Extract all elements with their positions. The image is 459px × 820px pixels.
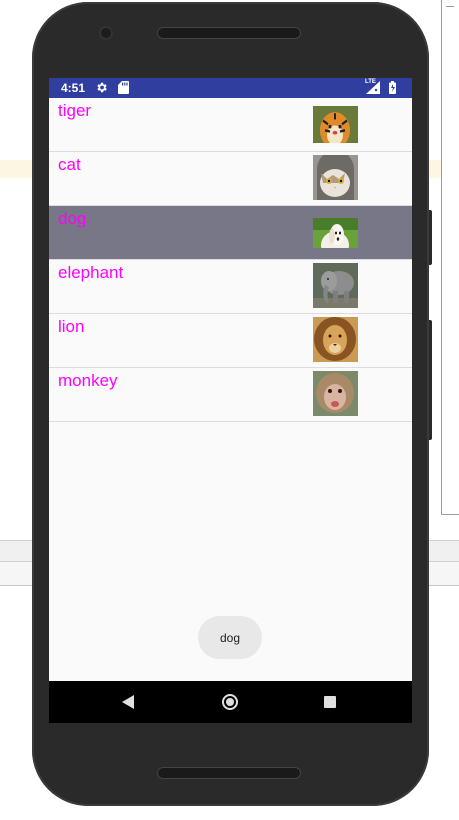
ide-side-panel: [441, 0, 459, 515]
navigation-bar: [49, 681, 412, 723]
device-screen: 4:51 LTE tiger cat dog elephant lion mon…: [49, 78, 412, 723]
signal-icon: [366, 81, 380, 94]
list-item[interactable]: dog: [49, 206, 412, 260]
list-item[interactable]: tiger: [49, 98, 412, 152]
list-item-label: tiger: [58, 101, 92, 120]
front-camera: [101, 28, 111, 38]
monkey-photo: [313, 371, 358, 416]
status-bar: 4:51 LTE: [49, 78, 412, 98]
list-item[interactable]: elephant: [49, 260, 412, 314]
back-icon[interactable]: [122, 695, 134, 709]
top-speaker-grille: [157, 27, 301, 39]
animal-list: tiger cat dog elephant lion monkey: [49, 98, 412, 422]
cat-photo: [313, 155, 358, 200]
elephant-photo: [313, 263, 358, 308]
sd-card-icon: [118, 81, 129, 94]
bottom-speaker-grille: [157, 767, 301, 779]
status-time: 4:51: [61, 81, 86, 95]
list-item[interactable]: lion: [49, 314, 412, 368]
gear-icon: [97, 82, 107, 93]
toast-message: dog: [198, 616, 262, 659]
list-item-label: dog: [58, 209, 87, 228]
lion-photo: [313, 317, 358, 362]
recents-icon[interactable]: [324, 696, 336, 708]
dog-photo: [313, 218, 358, 248]
list-item-label: lion: [58, 317, 85, 336]
tiger-photo: [313, 106, 358, 143]
home-icon[interactable]: [222, 694, 238, 710]
battery-icon: [389, 81, 396, 94]
list-item[interactable]: cat: [49, 152, 412, 206]
list-item-label: cat: [58, 155, 81, 174]
list-item-label: elephant: [58, 263, 124, 282]
list-item-label: monkey: [58, 371, 118, 390]
list-item[interactable]: monkey: [49, 368, 412, 422]
